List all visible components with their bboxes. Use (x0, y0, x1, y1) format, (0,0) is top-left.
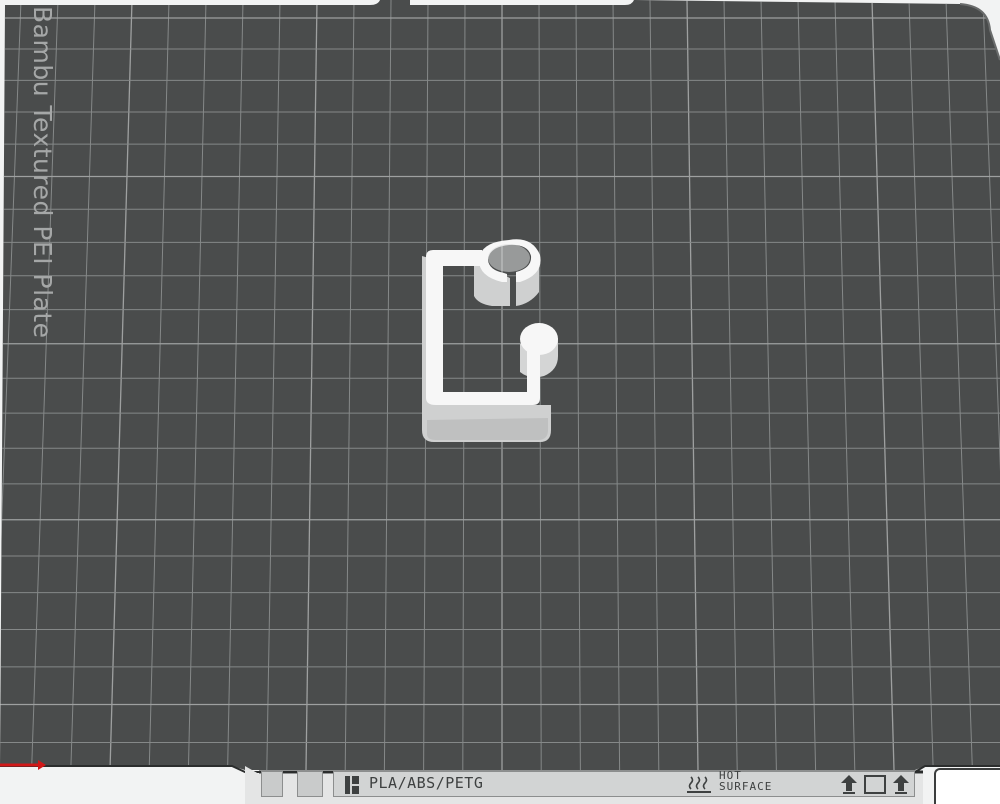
build-plate-canvas (0, 0, 1000, 773)
plate-name-label: Bambu Textured PEI Plate (28, 6, 57, 339)
material-compatibility-label: PLA/ABS/PETG (369, 774, 484, 792)
plate-handle-strip: PLA/ABS/PETG HOT SURFACE (245, 766, 923, 804)
handle-slot-left (261, 771, 283, 797)
3d-viewport[interactable]: Bambu Textured PEI Plate PLA/ABS/PETG HO… (0, 0, 1000, 804)
lift-arrow-icon (841, 775, 909, 794)
plate-corner-tab (934, 768, 1000, 804)
plate-type-icon (345, 776, 359, 794)
heat-waves-icon (687, 776, 711, 793)
handle-slot-2 (297, 771, 323, 797)
build-plate (0, 0, 1000, 770)
hot-surface-label: HOT SURFACE (719, 769, 773, 793)
